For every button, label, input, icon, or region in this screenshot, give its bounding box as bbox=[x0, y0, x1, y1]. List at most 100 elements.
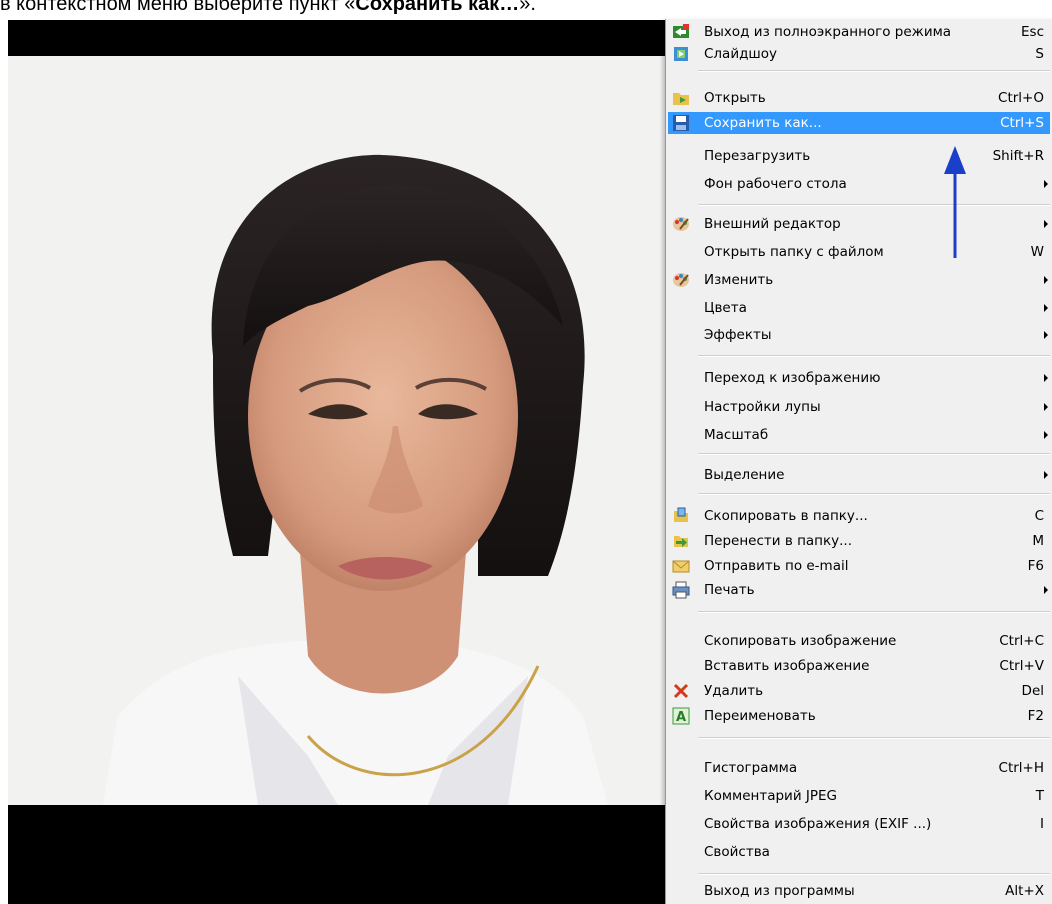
menu-item-label: Сохранить как... bbox=[704, 115, 822, 131]
menu-item-magnifier-settings[interactable]: Настройки лупы bbox=[668, 396, 1050, 418]
menu-item-save-as[interactable]: Сохранить как... Ctrl+S bbox=[668, 112, 1050, 134]
menu-item-image-properties-exif[interactable]: Свойства изображения (EXIF ...) I bbox=[668, 813, 1050, 835]
menu-item-shortcut: Ctrl+H bbox=[998, 760, 1044, 776]
menu-separator bbox=[698, 493, 1050, 495]
exit-fullscreen-icon bbox=[672, 23, 690, 41]
menu-item-shortcut: F6 bbox=[1027, 558, 1044, 574]
menu-item-label: Открыть папку с файлом bbox=[704, 244, 884, 260]
menu-item-properties[interactable]: Свойства bbox=[668, 841, 1050, 863]
move-to-folder-icon bbox=[672, 532, 690, 550]
menu-item-label: Свойства bbox=[704, 844, 770, 860]
menu-separator bbox=[698, 204, 1050, 206]
printer-icon bbox=[672, 581, 690, 599]
menu-item-copy-image[interactable]: Скопировать изображение Ctrl+C bbox=[668, 630, 1050, 652]
submenu-arrow-icon bbox=[1044, 220, 1048, 228]
menu-item-histogram[interactable]: Гистограмма Ctrl+H bbox=[668, 757, 1050, 779]
menu-item-shortcut: W bbox=[1030, 244, 1044, 260]
menu-item-print[interactable]: Печать bbox=[668, 579, 1050, 601]
menu-item-shortcut: Ctrl+C bbox=[999, 633, 1044, 649]
menu-item-label: Внешний редактор bbox=[704, 216, 841, 232]
menu-item-desktop-background[interactable]: Фон рабочего стола bbox=[668, 173, 1050, 195]
instruction-caption: в контекстном меню выберите пункт «Сохра… bbox=[0, 0, 536, 16]
submenu-arrow-icon bbox=[1044, 276, 1048, 284]
menu-item-external-editor[interactable]: Внешний редактор bbox=[668, 213, 1050, 235]
menu-item-label: Переименовать bbox=[704, 708, 816, 724]
menu-item-slideshow[interactable]: Слайдшоу S bbox=[668, 43, 1050, 65]
palette-icon bbox=[672, 271, 690, 289]
menu-item-label: Слайдшоу bbox=[704, 46, 778, 62]
menu-item-label: Гистограмма bbox=[704, 760, 798, 776]
menu-item-label: Удалить bbox=[704, 683, 764, 699]
menu-item-effects[interactable]: Эффекты bbox=[668, 324, 1050, 346]
menu-item-label: Свойства изображения (EXIF ...) bbox=[704, 816, 932, 832]
portrait-illustration bbox=[103, 154, 608, 805]
menu-item-label: Открыть bbox=[704, 90, 766, 106]
menu-item-label: Масштаб bbox=[704, 427, 769, 443]
annotation-arrow-icon bbox=[944, 146, 966, 258]
menu-item-exit-fullscreen[interactable]: Выход из полноэкранного режима Esc bbox=[668, 21, 1050, 43]
image-viewer-canvas[interactable] bbox=[8, 20, 668, 904]
menu-item-label: Вставить изображение bbox=[704, 658, 870, 674]
menu-separator bbox=[698, 453, 1050, 455]
menu-item-open[interactable]: Открыть Ctrl+O bbox=[668, 87, 1050, 109]
menu-item-go-to-image[interactable]: Переход к изображению bbox=[668, 367, 1050, 389]
submenu-arrow-icon bbox=[1044, 471, 1048, 479]
menu-item-shortcut: Ctrl+S bbox=[1000, 115, 1044, 131]
menu-item-shortcut: Shift+R bbox=[992, 148, 1044, 164]
menu-item-colors[interactable]: Цвета bbox=[668, 297, 1050, 319]
menu-item-rename[interactable]: A Переименовать F2 bbox=[668, 705, 1050, 727]
menu-item-label: Скопировать изображение bbox=[704, 633, 897, 649]
submenu-arrow-icon bbox=[1044, 304, 1048, 312]
copy-to-folder-icon bbox=[672, 507, 690, 525]
menu-item-exit-program[interactable]: Выход из программы Alt+X bbox=[668, 880, 1050, 902]
menu-item-shortcut: Del bbox=[1021, 683, 1044, 699]
menu-item-label: Фон рабочего стола bbox=[704, 176, 847, 192]
menu-item-label: Выделение bbox=[704, 467, 785, 483]
menu-item-open-containing-folder[interactable]: Открыть папку с файлом W bbox=[668, 241, 1050, 263]
save-icon bbox=[672, 114, 690, 132]
menu-item-label: Отправить по e-mail bbox=[704, 558, 849, 574]
menu-item-label: Перезагрузить bbox=[704, 148, 811, 164]
menu-item-shortcut: Alt+X bbox=[1005, 883, 1044, 899]
menu-item-shortcut: I bbox=[1040, 816, 1044, 832]
submenu-arrow-icon bbox=[1044, 180, 1048, 188]
screenshot-root: в контекстном меню выберите пункт «Сохра… bbox=[0, 0, 1052, 904]
menu-item-jpeg-comment[interactable]: Комментарий JPEG T bbox=[668, 785, 1050, 807]
rename-icon: A bbox=[672, 707, 690, 725]
submenu-arrow-icon bbox=[1044, 586, 1048, 594]
portrait-photo bbox=[8, 56, 668, 805]
menu-item-shortcut: Ctrl+O bbox=[998, 90, 1044, 106]
menu-item-edit[interactable]: Изменить bbox=[668, 269, 1050, 291]
menu-item-copy-to-folder[interactable]: Скопировать в папку... C bbox=[668, 505, 1050, 527]
menu-item-reload[interactable]: Перезагрузить Shift+R bbox=[668, 145, 1050, 167]
delete-x-icon bbox=[672, 682, 690, 700]
menu-item-label: Выход из полноэкранного режима bbox=[704, 24, 952, 40]
menu-item-zoom[interactable]: Масштаб bbox=[668, 424, 1050, 446]
submenu-arrow-icon bbox=[1044, 331, 1048, 339]
menu-item-label: Изменить bbox=[704, 272, 774, 288]
menu-item-shortcut: M bbox=[1032, 533, 1044, 549]
menu-separator bbox=[698, 737, 1050, 739]
menu-separator bbox=[698, 873, 1050, 875]
palette-icon bbox=[672, 215, 690, 233]
menu-item-shortcut: S bbox=[1035, 46, 1044, 62]
menu-item-label: Эффекты bbox=[704, 327, 772, 343]
menu-item-move-to-folder[interactable]: Перенести в папку... M bbox=[668, 530, 1050, 552]
caption-bold-text: Сохранить как… bbox=[355, 0, 520, 15]
menu-separator bbox=[698, 70, 1050, 72]
menu-item-shortcut: C bbox=[1034, 508, 1044, 524]
slideshow-icon bbox=[672, 45, 690, 63]
submenu-arrow-icon bbox=[1044, 431, 1048, 439]
menu-item-paste-image[interactable]: Вставить изображение Ctrl+V bbox=[668, 655, 1050, 677]
menu-item-label: Печать bbox=[704, 582, 755, 598]
submenu-arrow-icon bbox=[1044, 403, 1048, 411]
menu-item-label: Комментарий JPEG bbox=[704, 788, 838, 804]
context-menu: Выход из полноэкранного режима Esc Слайд… bbox=[665, 19, 1052, 904]
menu-separator bbox=[698, 611, 1050, 613]
menu-item-label: Выход из программы bbox=[704, 883, 855, 899]
menu-item-delete[interactable]: Удалить Del bbox=[668, 680, 1050, 702]
menu-item-selection[interactable]: Выделение bbox=[668, 464, 1050, 486]
menu-item-shortcut: T bbox=[1035, 788, 1044, 804]
menu-item-shortcut: Esc bbox=[1021, 24, 1044, 40]
menu-item-send-email[interactable]: Отправить по e-mail F6 bbox=[668, 555, 1050, 577]
